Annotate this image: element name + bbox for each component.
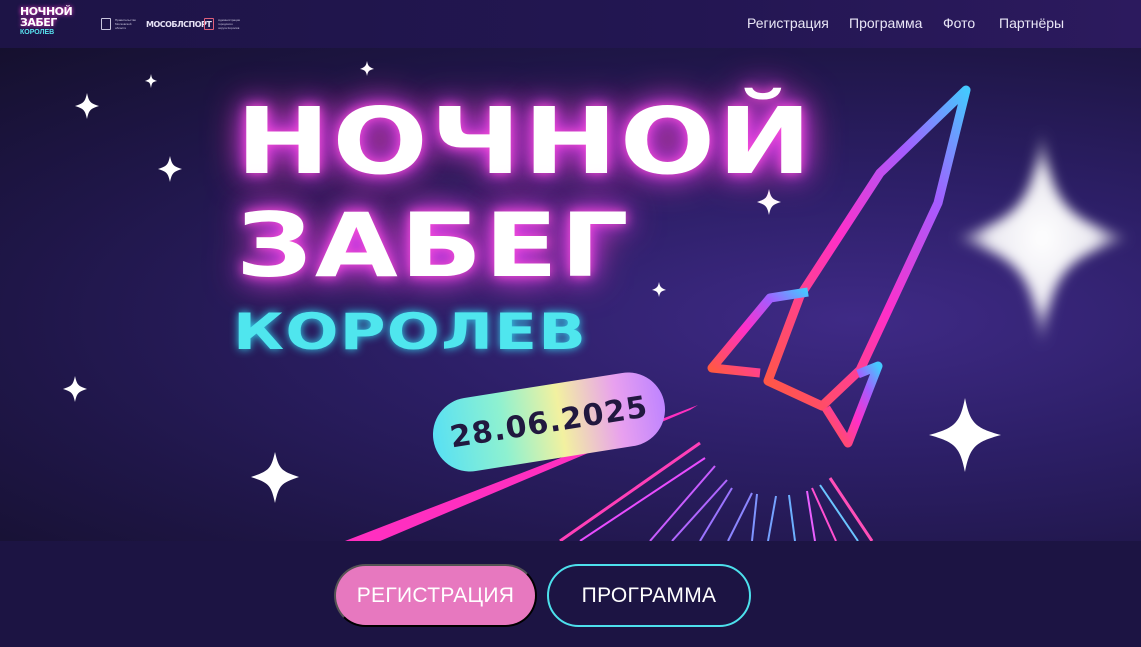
action-bar: РЕГИСТРАЦИЯ ПРОГРАММА	[0, 541, 1141, 647]
partner-logo-mosoblsport[interactable]: МОСОБЛСПОРТ	[146, 14, 212, 34]
partner-logo-government[interactable]: Правительство Московской области	[101, 14, 139, 34]
hero-title-line-2: ЗАБЕГ	[236, 194, 632, 297]
partner-logo-korolev[interactable]: Администрация городского округа Королёв	[204, 14, 242, 34]
sparkle-star-icon	[145, 74, 157, 88]
hero-city-name: КОРОЛЕВ	[233, 303, 588, 361]
coat-of-arms-icon	[101, 18, 111, 30]
program-button[interactable]: ПРОГРАММА	[547, 564, 751, 627]
sparkle-star-icon	[360, 61, 374, 76]
top-navigation-bar: НОЧНОЙ ЗАБЕГ КОРОЛЕВ Правительство Моско…	[0, 0, 1141, 48]
logo-line-3: КОРОЛЕВ	[20, 29, 55, 36]
hero-title-line-1: НОЧНОЙ	[236, 88, 814, 195]
nav-link-partners[interactable]: Партнёры	[999, 15, 1064, 31]
sparkle-star-icon	[63, 376, 87, 402]
nav-link-photo[interactable]: Фото	[943, 15, 975, 31]
coat-of-arms-icon	[204, 18, 214, 30]
sparkle-star-icon	[929, 398, 1001, 472]
nav-link-registration[interactable]: Регистрация	[747, 15, 829, 31]
partner-name: Администрация городского округа Королёв	[218, 18, 241, 30]
register-button[interactable]: РЕГИСТРАЦИЯ	[334, 564, 537, 627]
sparkle-star-icon	[158, 156, 182, 182]
sparkle-star-icon	[251, 452, 299, 503]
nav-link-program[interactable]: Программа	[849, 15, 922, 31]
partner-name: МОСОБЛСПОРТ	[146, 19, 212, 29]
event-date: 28.06.2025	[447, 389, 651, 455]
partner-name: Правительство Московской области	[115, 18, 137, 30]
sparkle-star-icon	[954, 128, 1130, 348]
sparkle-star-icon	[75, 93, 99, 119]
logo-line-2: ЗАБЕГ	[20, 16, 57, 29]
site-logo[interactable]: НОЧНОЙ ЗАБЕГ КОРОЛЕВ	[20, 6, 80, 42]
hero-banner: НОЧНОЙ ЗАБЕГ КОРОЛЕВ 28.06.2025	[0, 48, 1141, 541]
sparkle-star-icon	[652, 282, 666, 297]
